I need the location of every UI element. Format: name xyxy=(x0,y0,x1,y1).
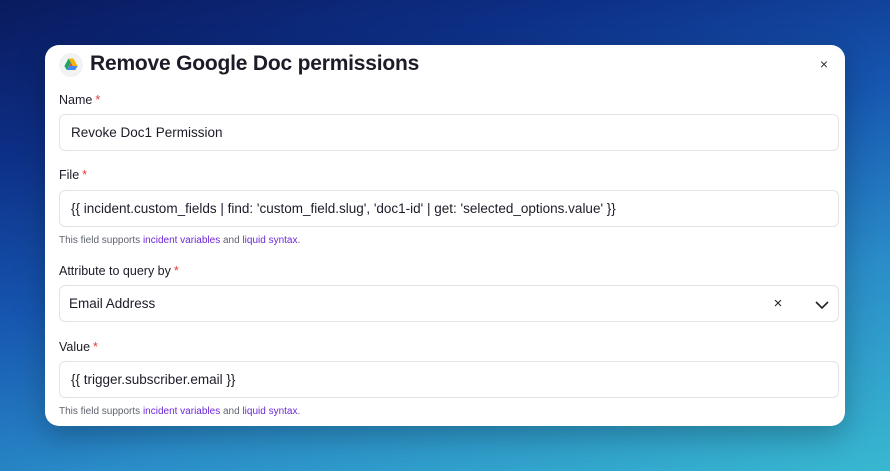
attribute-label: Attribute to query by * xyxy=(59,264,179,278)
hint-suffix: . xyxy=(297,406,301,417)
file-label-text: File xyxy=(59,168,80,182)
value-label: Value * xyxy=(59,340,98,354)
close-icon[interactable]: × xyxy=(820,56,828,72)
value-input-value[interactable]: {{ trigger.subscriber.email }} xyxy=(71,372,235,387)
file-hint: This field supports incident variables a… xyxy=(59,235,300,246)
value-hint: This field supports incident variables a… xyxy=(59,406,300,417)
name-input[interactable]: Revoke Doc1 Permission xyxy=(59,114,839,151)
attribute-select-value[interactable]: Email Address xyxy=(69,296,155,311)
file-label: File * xyxy=(59,168,87,182)
modal-title: Remove Google Doc permissions xyxy=(90,52,420,75)
hint-prefix: This field supports xyxy=(59,235,143,246)
required-marker: * xyxy=(173,264,179,278)
liquid-syntax-link[interactable]: liquid syntax xyxy=(242,406,297,417)
hint-middle: and xyxy=(220,235,243,246)
name-label-text: Name xyxy=(59,93,93,107)
required-marker: * xyxy=(82,168,88,182)
value-label-text: Value xyxy=(59,340,91,354)
close-button[interactable]: × xyxy=(815,55,833,73)
hint-suffix: . xyxy=(297,235,301,246)
name-input-value[interactable]: Revoke Doc1 Permission xyxy=(71,125,223,140)
file-input[interactable]: {{ incident.custom_fields | find: 'custo… xyxy=(59,190,839,227)
value-input[interactable]: {{ trigger.subscriber.email }} xyxy=(59,361,839,398)
incident-variables-link[interactable]: incident variables xyxy=(143,235,220,246)
required-marker: * xyxy=(95,93,101,107)
google-drive-icon xyxy=(59,53,83,77)
name-label: Name * xyxy=(59,93,100,107)
attribute-select[interactable]: Email Address × xyxy=(59,285,839,322)
modal-header: Remove Google Doc permissions × xyxy=(45,45,845,85)
hint-middle: and xyxy=(220,406,243,417)
remove-google-doc-permissions-modal: Remove Google Doc permissions × Name * Re… xyxy=(45,45,845,426)
chevron-down-icon[interactable] xyxy=(814,297,830,313)
liquid-syntax-link[interactable]: liquid syntax xyxy=(242,235,297,246)
file-input-value[interactable]: {{ incident.custom_fields | find: 'custo… xyxy=(71,201,616,216)
clear-icon[interactable]: × xyxy=(770,296,786,312)
required-marker: * xyxy=(93,340,98,354)
hint-prefix: This field supports xyxy=(59,406,143,417)
attribute-label-text: Attribute to query by xyxy=(59,264,171,278)
incident-variables-link[interactable]: incident variables xyxy=(143,406,220,417)
